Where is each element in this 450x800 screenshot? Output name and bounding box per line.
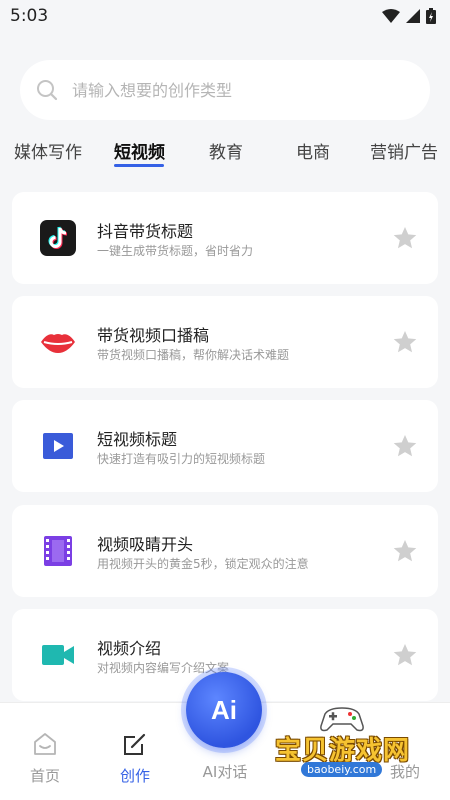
star-icon[interactable] bbox=[392, 538, 418, 564]
status-icons bbox=[382, 8, 436, 24]
card-title: 视频吸睛开头 bbox=[97, 535, 194, 554]
card-description: 带货视频口播稿，帮你解决话术难题 bbox=[97, 348, 290, 362]
card-description: 用视频开头的黄金5秒，锁定观众的注意 bbox=[97, 557, 309, 571]
lips-icon bbox=[39, 323, 77, 361]
card-description: 快速打造有吸引力的短视频标题 bbox=[97, 452, 266, 466]
card-description: 对视频内容编写介绍文案 bbox=[97, 661, 230, 675]
template-card[interactable]: 带货视频口播稿 带货视频口播稿，帮你解决话术难题 bbox=[12, 296, 438, 388]
ai-chat-button[interactable]: Ai bbox=[186, 672, 262, 748]
nav-ai-chat[interactable]: AI对话 bbox=[180, 761, 270, 782]
edit-icon bbox=[124, 733, 146, 755]
card-title: 短视频标题 bbox=[97, 430, 178, 449]
tab-short-video[interactable]: 短视频 bbox=[114, 138, 165, 163]
card-title: 抖音带货标题 bbox=[97, 222, 194, 241]
template-card[interactable]: 抖音带货标题 一键生成带货标题，省时省力 bbox=[12, 192, 438, 284]
nav-create-label: 创作 bbox=[119, 767, 150, 785]
signal-icon bbox=[406, 9, 420, 23]
nav-ai-label: AI对话 bbox=[202, 763, 248, 781]
tab-marketing-ads[interactable]: 营销广告 bbox=[370, 138, 438, 163]
nav-create[interactable]: 创作 bbox=[90, 731, 180, 786]
status-bar: 5:03 bbox=[0, 0, 450, 32]
category-tabs: 媒体写作 短视频 教育 电商 营销广告 bbox=[0, 134, 450, 174]
card-title: 带货视频口播稿 bbox=[97, 326, 210, 345]
home-icon bbox=[34, 733, 56, 755]
active-tab-indicator bbox=[114, 164, 164, 167]
star-icon[interactable] bbox=[392, 433, 418, 459]
template-card[interactable]: 短视频标题 快速打造有吸引力的短视频标题 bbox=[12, 400, 438, 492]
tab-ecommerce[interactable]: 电商 bbox=[296, 138, 330, 163]
nav-home-label: 首页 bbox=[29, 767, 60, 785]
play-icon bbox=[39, 427, 77, 465]
ai-button-text: Ai bbox=[211, 694, 237, 725]
battery-icon bbox=[426, 8, 436, 24]
tab-media-writing[interactable]: 媒体写作 bbox=[14, 138, 82, 163]
tab-education[interactable]: 教育 bbox=[209, 138, 243, 163]
star-icon[interactable] bbox=[392, 225, 418, 251]
star-icon[interactable] bbox=[392, 329, 418, 355]
star-icon[interactable] bbox=[392, 642, 418, 668]
watermark: 宝贝游戏网 baobeiy.com bbox=[275, 700, 425, 790]
search-input[interactable] bbox=[72, 80, 392, 100]
watermark-url: baobeiy.com bbox=[301, 762, 383, 777]
tiktok-icon bbox=[39, 219, 77, 257]
template-card[interactable]: 视频吸睛开头 用视频开头的黄金5秒，锁定观众的注意 bbox=[12, 505, 438, 597]
search-icon bbox=[37, 80, 58, 101]
card-title: 视频介绍 bbox=[97, 639, 162, 658]
search-bar[interactable] bbox=[20, 60, 430, 120]
status-time: 5:03 bbox=[10, 6, 49, 26]
card-description: 一键生成带货标题，省时省力 bbox=[97, 244, 254, 258]
video-camera-icon bbox=[39, 636, 77, 674]
nav-home[interactable]: 首页 bbox=[0, 731, 90, 786]
film-icon bbox=[39, 532, 77, 570]
wifi-icon bbox=[382, 9, 400, 23]
